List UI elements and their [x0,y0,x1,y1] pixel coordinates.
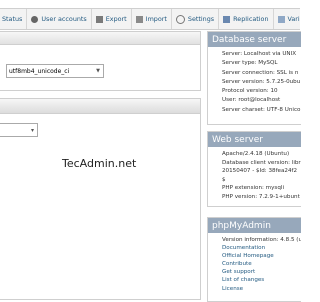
tab-user-accounts[interactable]: User accounts [27,9,92,29]
database-server-list: Server: Localhost via UNIX Server type: … [208,47,301,115]
phpmyadmin-panel: phpMyAdmin Version information: 4.8.5 (u… [207,217,301,302]
general-settings-panel: n: [0,31,201,91]
appearance-settings-header [0,99,200,114]
import-icon [135,15,143,23]
tab-export-label: Export [105,15,127,23]
watermark-text: TecAdmin.net [62,157,137,170]
settings-icon [175,14,185,24]
phpmyadmin-title: phpMyAdmin [208,218,301,233]
user-accounts-icon [31,15,39,23]
list-of-changes-link[interactable]: List of changes [222,276,301,284]
list-item: PHP version: 7.2.9-1+ubunt [222,193,301,202]
get-support-link[interactable]: Get support [222,268,301,276]
tab-status-label: Status [2,15,23,23]
server-collation-select[interactable]: utf8mb4_unicode_ci ▼ [6,64,104,78]
language-select[interactable]: ▾ [0,123,38,137]
variables-icon [277,15,285,23]
tab-settings-label: Settings [187,15,215,23]
contribute-link[interactable]: Contribute [222,260,301,268]
list-item: Apache/2.4.18 (Ubuntu) [222,150,301,159]
language-select-arrow: ▾ [30,126,34,134]
list-item: Server connection: SSL is n [222,69,301,78]
list-item: Database client version: libr [222,159,301,168]
tab-replication[interactable]: Replication [219,9,274,29]
database-server-panel: Database server Server: Localhost via UN… [207,31,301,125]
documentation-link[interactable]: Documentation [222,244,301,252]
tab-export[interactable]: Export [92,9,132,29]
list-item: PHP extension: mysqli [222,184,301,193]
tab-settings[interactable]: Settings [172,9,220,29]
official-homepage-link[interactable]: Official Homepage [222,252,301,260]
license-link[interactable]: License [222,285,301,293]
tab-user-accounts-label: User accounts [41,15,87,23]
database-server-title: Database server [208,32,301,47]
tab-replication-label: Replication [233,15,269,23]
list-item: User: root@localhost [222,96,301,105]
list-item: $ [222,176,301,185]
chevron-down-icon: ▼ [96,68,100,74]
web-server-title: Web server [208,132,301,147]
replication-icon [223,15,231,23]
tab-import-label: Import [145,15,167,23]
export-icon [95,15,103,23]
list-item: Server version: 5.7.25-0ubu [222,78,301,87]
tab-variables-label: Varia [287,15,301,23]
web-server-list: Apache/2.4.18 (Ubuntu) Database client v… [208,147,301,202]
list-item: 20150407 - $Id: 38fea24f2 [222,167,301,176]
list-item: Server charset: UTF-8 Unico [222,106,301,115]
tab-status[interactable]: Status [0,9,28,29]
tab-variables[interactable]: Varia [274,9,301,29]
phpmyadmin-list: Version information: 4.8.5 (u Documentat… [208,233,301,293]
general-settings-header [0,32,200,45]
list-item: Server: Localhost via UNIX [222,50,301,59]
web-server-panel: Web server Apache/2.4.18 (Ubuntu) Databa… [207,131,301,207]
list-item: Protocol version: 10 [222,87,301,96]
version-information: Version information: 4.8.5 (u [222,236,301,244]
top-navigation: Status User accounts Export Import Setti… [0,8,300,30]
tab-import[interactable]: Import [132,9,172,29]
server-collation-value: utf8mb4_unicode_ci [9,67,70,75]
appearance-settings-panel: ▾ TecAdmin.net [0,98,201,300]
list-item: Server type: MySQL [222,59,301,68]
